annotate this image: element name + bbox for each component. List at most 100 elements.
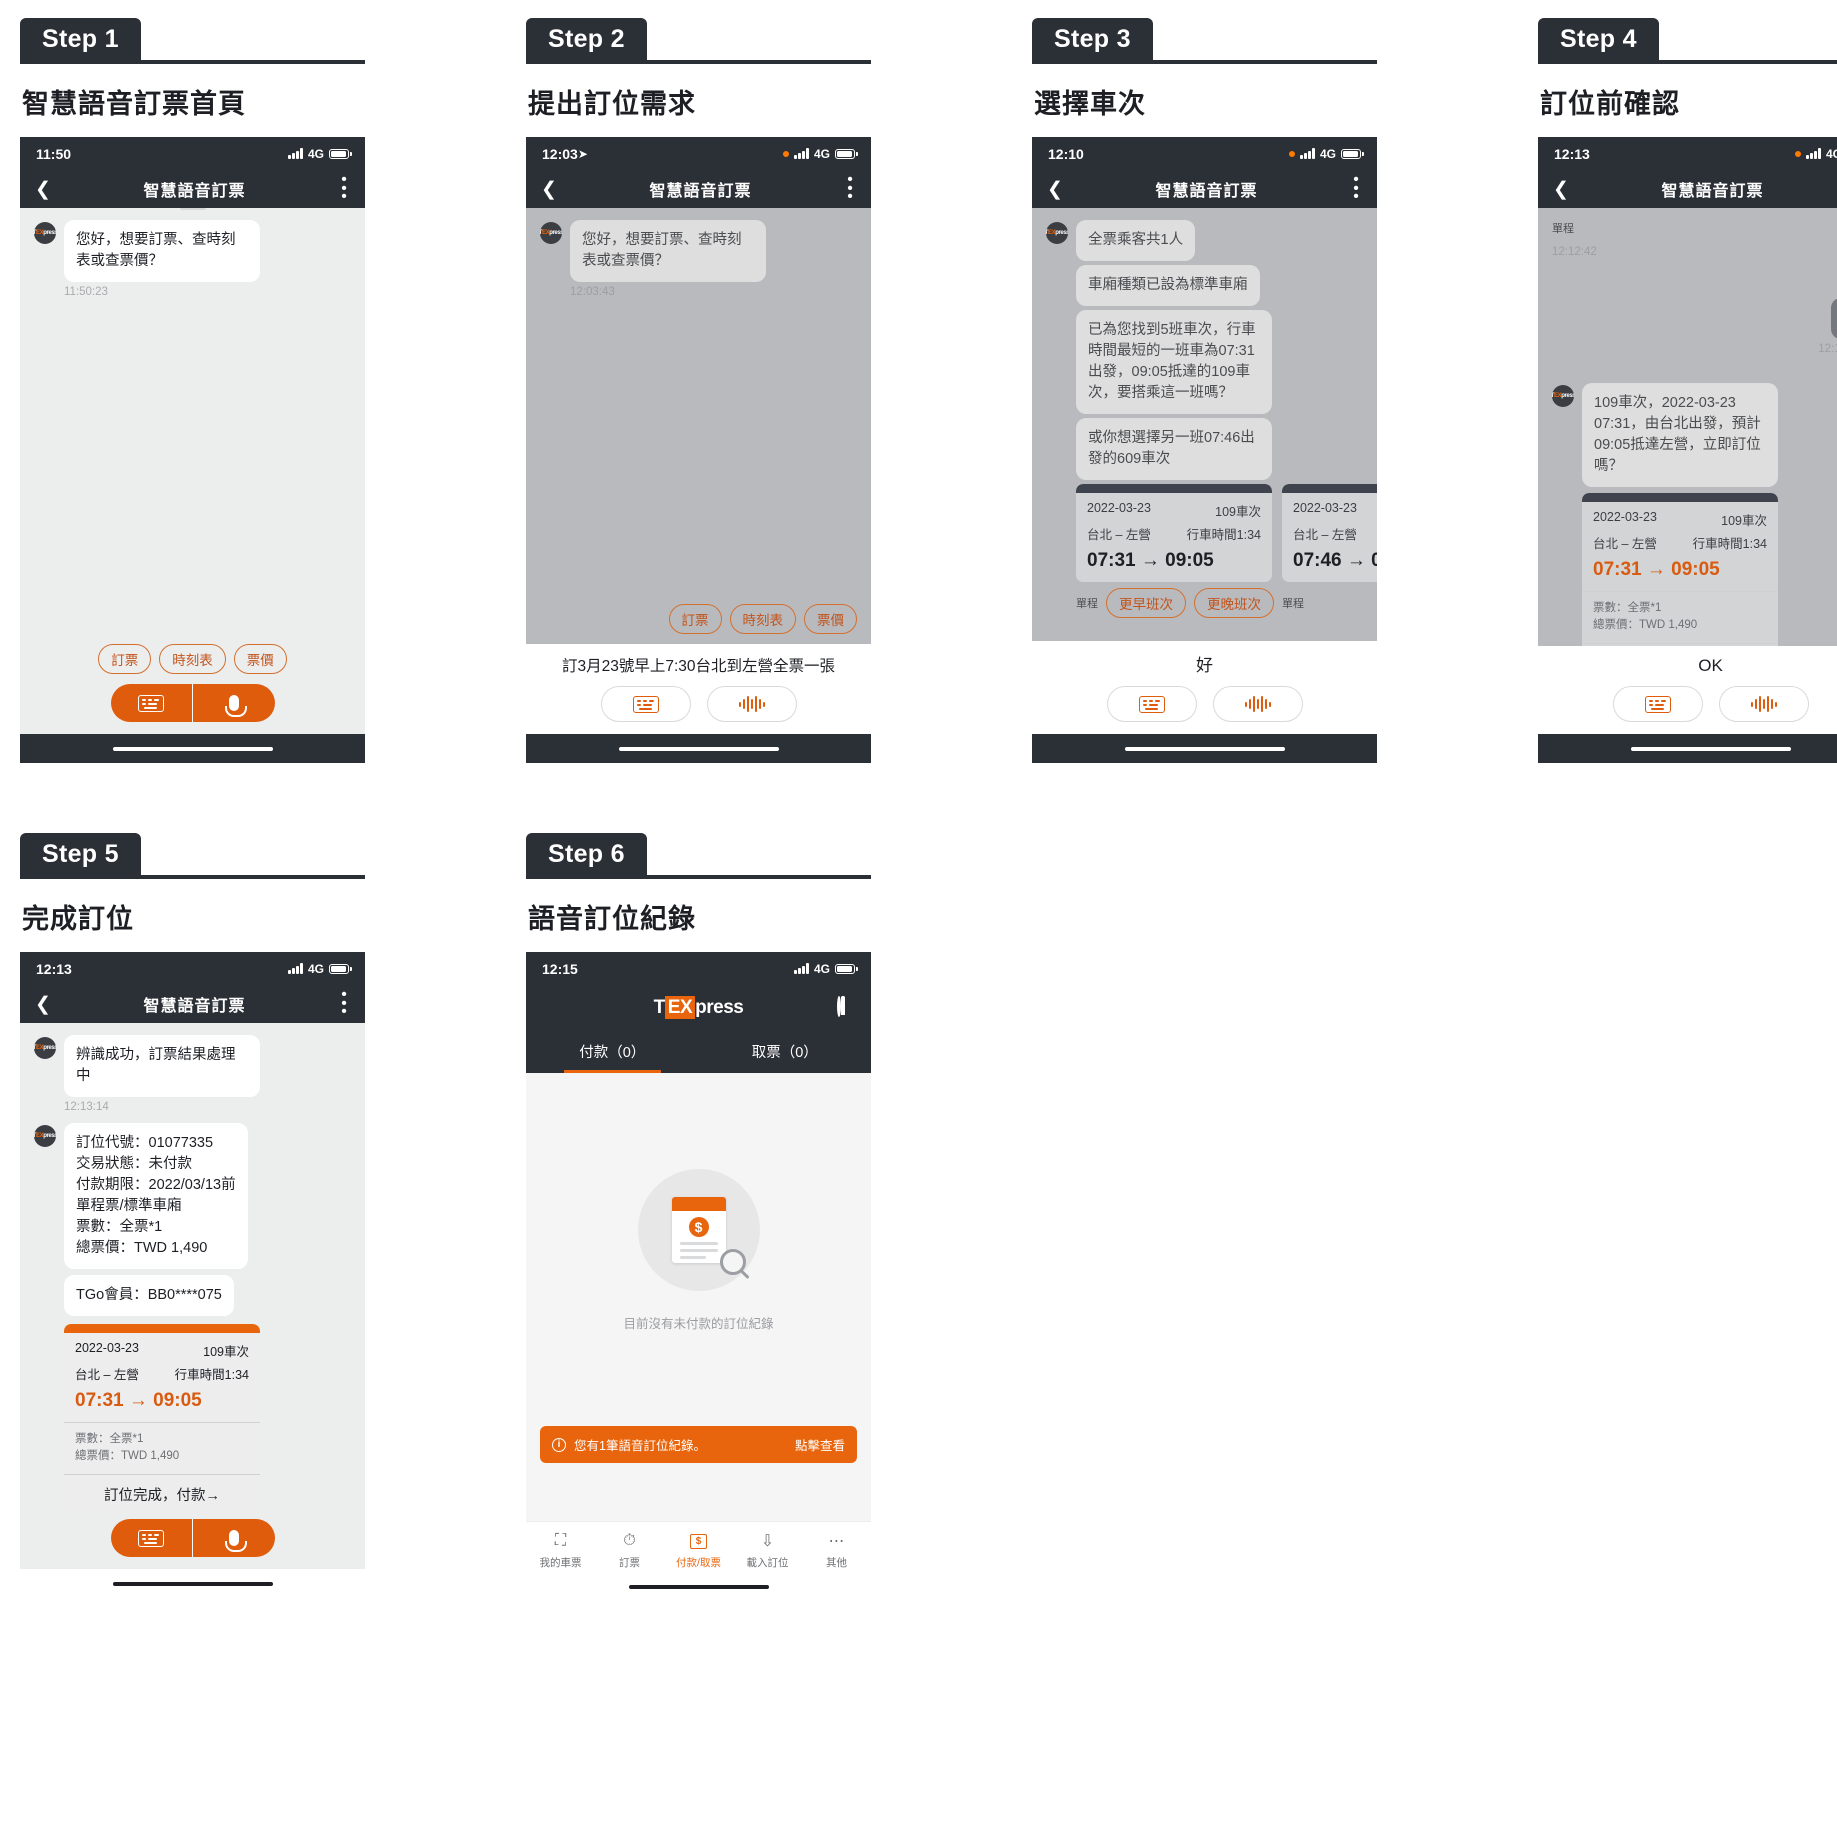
chat-area: 單程 單程 12:12:42 好 12:12:55 TEXpress 109車次… [1538, 208, 1837, 646]
tabbar-item-payment[interactable]: $ 付款/取票 [664, 1530, 733, 1570]
back-icon[interactable]: ❮ [1047, 180, 1063, 199]
step-card-6: Step 6 語音訂位紀錄 12:15 4G T EX press 付款（0） 取票… [526, 833, 936, 1598]
overflow-menu-icon[interactable]: • • • [844, 171, 856, 204]
network-label: 4G [307, 146, 324, 161]
chip-fare[interactable]: 票價 [804, 604, 857, 634]
message-row: TEXpress 訂位代號：01077335 交易狀態：未付款 付款期限：202… [34, 1123, 351, 1270]
overflow-menu-icon[interactable]: • • • [338, 986, 350, 1019]
status-bar: 12:15 4G [526, 952, 871, 985]
tabbar-item-booking[interactable]: ⏱ 訂票 [595, 1530, 664, 1570]
confirm-train-card[interactable]: 2022-03-23 109車次 台北 – 左營 行車時間1:34 07:31 → … [1582, 493, 1778, 646]
voice-transcript: 訂3月23號早上7:30台北到左營全票一張 [561, 658, 836, 675]
ticket-count: 票數：全票*1 [75, 1433, 144, 1446]
tab-pickup[interactable]: 取票（0） [699, 1031, 872, 1073]
voice-transcript: OK [1698, 656, 1723, 675]
book-now-button[interactable]: 立即訂位 [1582, 642, 1778, 646]
back-icon[interactable]: ❮ [35, 995, 51, 1014]
network-label: 4G [1825, 146, 1837, 161]
chip-book[interactable]: 訂票 [668, 604, 722, 634]
phone-screen-2: 12:03 ➤ 4G ❮ 智慧語音訂票 • • • TEXpress 您好，想要訂票… [526, 137, 871, 763]
status-bar: 12:10 4G [1032, 137, 1377, 170]
step-card-2: Step 2 提出訂位需求 12:03 ➤ 4G ❮ 智慧語音訂票 ••• [526, 18, 936, 763]
back-icon[interactable]: ❮ [35, 180, 51, 199]
booking-icon: ⏱ [623, 1532, 636, 1549]
account-icon[interactable] [837, 996, 855, 1017]
message-row: 車廂種類已設為標準車廂 [1076, 265, 1363, 307]
chip-fare[interactable]: 票價 [233, 644, 287, 674]
keyboard-button[interactable] [110, 1519, 193, 1557]
status-time: 12:10 [1048, 145, 1084, 162]
step-tag: Step 6 [526, 833, 647, 877]
step-card-1: Step 1 智慧語音訂票首頁 11:50 4G ❮ 智慧語音訂票 ••• [20, 18, 430, 763]
app-header: T EX press [526, 985, 871, 1031]
message-timestamp: 12:12:55 [1818, 343, 1837, 356]
chat-area: TEXpress 辨識成功，訂票結果處理中 12:13:14 TEXpress … [20, 1023, 365, 1515]
keyboard-button[interactable] [110, 684, 193, 722]
nav-title: 智慧語音訂票 [1155, 183, 1258, 200]
chip-earlier[interactable]: 更早班次 [1106, 588, 1186, 619]
step-tag: Step 2 [526, 18, 647, 62]
keyboard-button[interactable] [1106, 686, 1197, 722]
chip-timetable[interactable]: 時刻表 [159, 644, 226, 674]
message-row: TEXpress 您好，想要訂票、查時刻表或查票價？ [540, 220, 857, 283]
phone-screen-3: 12:10 4G ❮ 智慧語音訂票 ••• TEXpress 全票乘客共1人 [1032, 137, 1377, 763]
voice-button[interactable] [1718, 686, 1809, 722]
keyboard-icon [138, 694, 164, 712]
keyboard-button[interactable] [1612, 686, 1703, 722]
nav-title: 智慧語音訂票 [143, 998, 246, 1015]
train-times: 07:31 → 09:05 [75, 1390, 202, 1412]
tabbar-item-more[interactable]: ⋯ 其他 [802, 1530, 871, 1570]
waveform-icon [738, 695, 765, 713]
message-row: TEXpress 您好，想要訂票、查時刻表或查票價？ [34, 220, 351, 283]
message-row: TEXpress 全票乘客共1人 [1046, 220, 1363, 262]
ticket-meta: 票數：全票*1 總票價：TWD 1,490 [64, 1422, 260, 1474]
overflow-menu-icon[interactable]: • • • [338, 171, 350, 204]
home-indicator-wrap [526, 1576, 871, 1598]
signal-icon [1300, 148, 1315, 159]
train-card[interactable]: 2022-03-23609車次 台北 – 左營行車時間1:45 07:46 → … [1282, 484, 1377, 583]
empty-illustration-icon: $ [637, 1169, 760, 1291]
bot-message: 車廂種類已設為標準車廂 [1076, 265, 1260, 307]
orange-dot-icon [1289, 150, 1296, 157]
bottom-tab-bar: ⛶ 我的車票 ⏱ 訂票 $ 付款/取票 ⇩ 載入訂位 ⋯ 其他 [526, 1521, 871, 1576]
pay-now-button[interactable]: 訂位完成，付款→ [64, 1473, 260, 1514]
nav-bar: ❮ 智慧語音訂票 ••• [20, 170, 365, 208]
ticket-meta: 票數：全票*1 總票價：TWD 1,490 [1582, 591, 1778, 643]
step-tag: Step 1 [20, 18, 141, 62]
back-icon[interactable]: ❮ [541, 180, 557, 199]
chip-later[interactable]: 更晚班次 [1194, 588, 1274, 619]
notice-action-link[interactable]: 點擊查看 [795, 1435, 845, 1454]
input-zone: 訂票 時刻表 票價 [20, 628, 365, 734]
message-timestamp: 12:13:14 [64, 1101, 109, 1114]
bot-avatar: TEXpress [34, 1125, 56, 1148]
train-duration: 行車時間1:34 [174, 1368, 249, 1383]
voice-button[interactable] [1212, 686, 1303, 722]
document-icon: $ [671, 1197, 726, 1263]
mic-button[interactable] [192, 684, 275, 722]
train-card[interactable]: 2022-03-23 109車次 台北 – 左營 行車時間1:34 07:31 → … [1076, 484, 1272, 583]
voice-button[interactable] [706, 686, 797, 722]
bot-avatar: TEXpress [1046, 222, 1068, 244]
input-mode-buttons [600, 686, 797, 722]
result-train-card[interactable]: 2022-03-23 109車次 台北 – 左營 行車時間1:34 07:31 → … [64, 1324, 260, 1514]
bot-message: 辨識成功，訂票結果處理中 [64, 1035, 260, 1098]
tickets-icon: ⛶ [554, 1532, 567, 1549]
chip-timetable[interactable]: 時刻表 [729, 604, 796, 634]
mic-button[interactable] [192, 1519, 275, 1557]
quick-chips: 訂票 時刻表 票價 [668, 604, 857, 634]
voice-record-notice[interactable]: i 您有1筆語音訂位紀錄。 點擊查看 [540, 1426, 857, 1463]
back-icon[interactable]: ❮ [1553, 180, 1569, 199]
status-bar: 12:13 4G [1538, 137, 1837, 170]
member-message: TGo會員：BB0****075 [64, 1275, 234, 1317]
train-date: 2022-03-23 [1293, 501, 1357, 516]
train-duration: 行車時間1:34 [1186, 528, 1261, 543]
dollar-icon: $ [688, 1217, 709, 1237]
keyboard-icon [1138, 695, 1165, 713]
tabbar-item-import[interactable]: ⇩ 載入訂位 [733, 1530, 802, 1570]
tabbar-item-my-tickets[interactable]: ⛶ 我的車票 [526, 1530, 595, 1570]
tab-payment[interactable]: 付款（0） [526, 1031, 699, 1073]
chip-book[interactable]: 訂票 [98, 644, 152, 674]
keyboard-button[interactable] [600, 686, 691, 722]
overflow-menu-icon[interactable]: • • • [1350, 171, 1362, 204]
step-title: 訂位前確認 [1540, 89, 1680, 119]
